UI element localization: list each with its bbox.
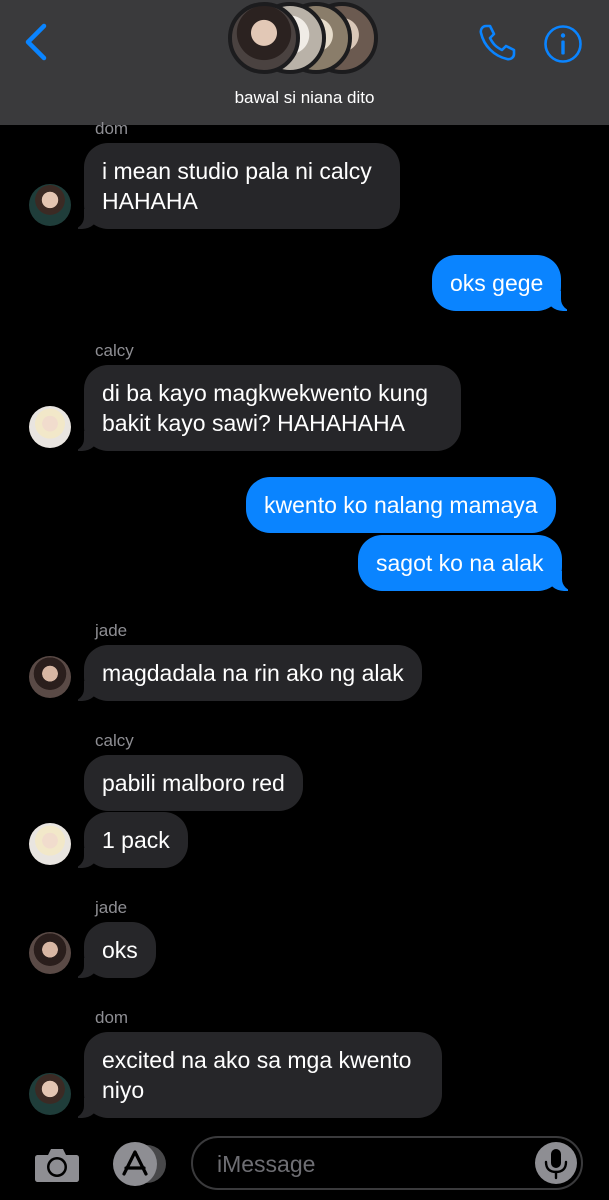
outgoing-message[interactable]: sagot ko na alak xyxy=(358,535,574,591)
app-store-icon xyxy=(113,1142,166,1186)
sender-name: dom xyxy=(95,1008,129,1027)
incoming-message[interactable]: oks xyxy=(72,922,156,978)
app-store-button[interactable] xyxy=(112,1141,168,1187)
microphone-icon xyxy=(544,1149,568,1180)
incoming-message[interactable]: 1 pack xyxy=(72,812,188,868)
sender-name: calcy xyxy=(95,731,134,750)
group-name[interactable]: bawal si niana dito xyxy=(0,88,609,108)
outgoing-message[interactable]: oks gege xyxy=(432,255,574,311)
chevron-left-icon[interactable] xyxy=(22,22,52,62)
microphone-button[interactable] xyxy=(535,1142,577,1184)
info-icon[interactable] xyxy=(543,24,583,64)
avatar[interactable] xyxy=(29,823,71,865)
conversation-header: bawal si niana dito xyxy=(0,0,609,125)
avatar[interactable] xyxy=(29,406,71,448)
message-input-placeholder: iMessage xyxy=(217,1151,316,1177)
incoming-message[interactable]: magdadala na rin ako ng alak xyxy=(72,645,422,701)
sender-name: jade xyxy=(95,898,128,917)
avatar[interactable] xyxy=(29,184,71,226)
outgoing-message[interactable]: kwento ko nalang mamaya xyxy=(246,477,556,533)
avatar[interactable] xyxy=(29,1073,71,1115)
sender-name: calcy xyxy=(95,341,134,360)
incoming-message[interactable]: i mean studio pala ni calcy HAHAHA xyxy=(72,143,400,229)
sender-name: jade xyxy=(95,621,128,640)
incoming-message[interactable]: pabili malboro red xyxy=(84,755,303,811)
sender-name: dom xyxy=(95,119,129,138)
group-avatar-1 xyxy=(228,2,300,74)
phone-icon[interactable] xyxy=(476,22,518,64)
message-input[interactable]: iMessage xyxy=(191,1136,583,1190)
incoming-message[interactable]: di ba kayo magkwekwento kung bakit kayo … xyxy=(72,365,461,451)
avatar[interactable] xyxy=(29,656,71,698)
avatar[interactable] xyxy=(29,932,71,974)
incoming-message[interactable]: excited na ako sa mga kwento niyo xyxy=(72,1032,442,1118)
group-avatars[interactable] xyxy=(228,2,380,76)
camera-icon[interactable] xyxy=(34,1145,80,1183)
